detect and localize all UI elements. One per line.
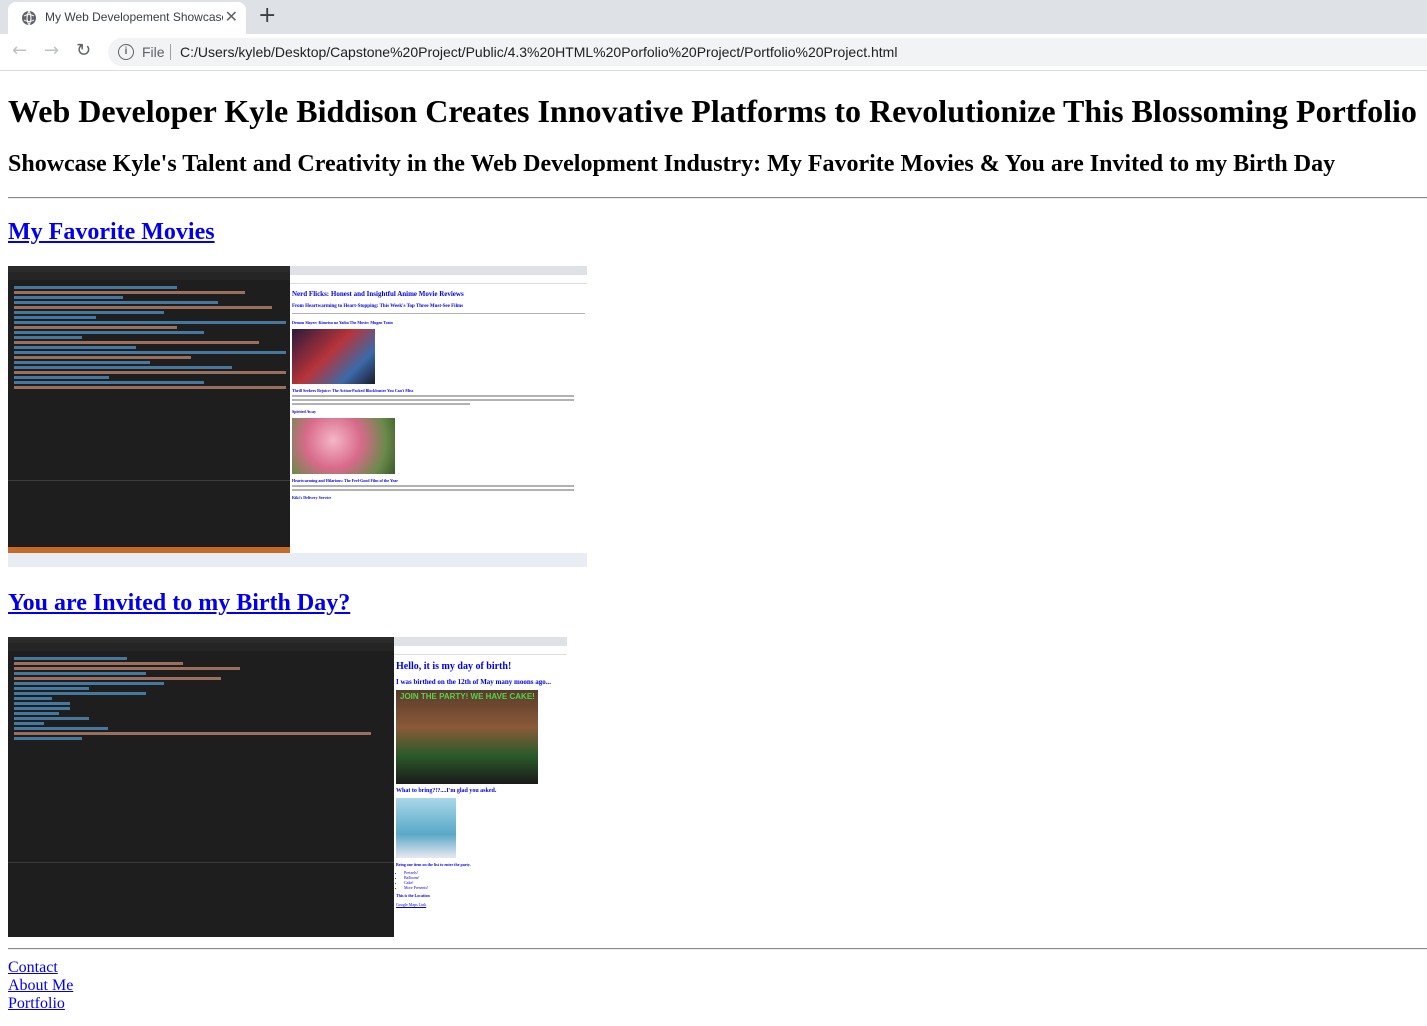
preview-birthday-title: Hello, it is my day of birth!	[396, 661, 512, 672]
omnibox-separator	[170, 44, 171, 60]
preview-bring: What to bring?!?....I'm glad you asked.	[396, 788, 497, 794]
preview-movie1: Demon Slayer: Kimetsu no Yaiba The Movie…	[292, 320, 393, 325]
preview-items-list: Pretzels! Balloons! Cake! More Presents!	[404, 870, 567, 890]
new-tab-button[interactable]: +	[258, 4, 276, 28]
editor-code-2	[14, 657, 390, 742]
address-bar[interactable]: i File C:/Users/kyleb/Desktop/Capstone%2…	[108, 38, 1427, 66]
about-me-link[interactable]: About Me	[8, 977, 73, 995]
divider-top	[8, 197, 1427, 199]
party-image: JOIN THE PARTY! WE HAVE CAKE!	[396, 690, 538, 784]
code-editor-thumbnail	[8, 266, 290, 553]
birthday-screenshot[interactable]: Hello, it is my day of birth! I was birt…	[8, 637, 567, 937]
birthday-preview-thumbnail: Hello, it is my day of birth! I was birt…	[394, 637, 567, 937]
demon-slayer-image	[292, 329, 375, 384]
section-heading-birthday: You are Invited to my Birth Day?	[8, 590, 350, 617]
contact-link[interactable]: Contact	[8, 959, 58, 977]
tab-strip: My Web Developement Showcase ✕ +	[0, 0, 1427, 34]
spirited-away-image	[292, 418, 395, 474]
preview-caption2: Heartwarming and Hilarious: The Feel-Goo…	[292, 478, 398, 483]
globe-icon	[22, 10, 36, 26]
file-label: File	[142, 44, 165, 60]
editor-panel-divider	[8, 480, 290, 481]
preview-location: This is the Location	[396, 893, 430, 898]
tab-title: My Web Developement Showcase	[45, 10, 223, 24]
editor-tabs	[8, 272, 290, 280]
preview-movie2: Spirited Away	[292, 409, 317, 414]
preview-map-link: Google Maps Link	[396, 902, 427, 907]
forward-button[interactable]: →	[44, 40, 59, 62]
preview-movie3: Kiki's Delivery Service	[292, 495, 332, 500]
movies-link[interactable]: My Favorite Movies	[8, 219, 215, 245]
preview-birthday-subtitle: I was birthed on the 12th of May many mo…	[396, 678, 551, 686]
url-text[interactable]: C:/Users/kyleb/Desktop/Capstone%20Projec…	[180, 44, 897, 60]
movies-preview-thumbnail: Nerd Flicks: Honest and Insightful Anime…	[290, 266, 587, 553]
preview-bring-one: Bring one item on the list to enter the …	[396, 862, 471, 867]
editor-code	[14, 286, 286, 391]
code-editor-thumbnail-2	[8, 637, 394, 937]
divider-bottom	[8, 948, 1427, 950]
browser-toolbar: ← → ↻ i File C:/Users/kyleb/Desktop/Caps…	[0, 34, 1427, 71]
preview-subtitle: From Heartwarming to Heart-Stopping: Thi…	[292, 304, 464, 309]
portfolio-link[interactable]: Portfolio	[8, 995, 65, 1013]
preview-caption1: Thrill Seekers Rejoice: The Action-Packe…	[292, 388, 414, 393]
back-button[interactable]: ←	[12, 40, 27, 62]
reload-button[interactable]: ↻	[76, 40, 91, 62]
info-icon[interactable]: i	[118, 44, 134, 60]
section-heading-movies: My Favorite Movies	[8, 219, 215, 246]
taskbar-thumbnail	[8, 553, 587, 567]
close-tab-icon[interactable]: ✕	[225, 8, 238, 26]
list-item: More Presents!	[404, 885, 567, 890]
birthday-link[interactable]: You are Invited to my Birth Day?	[8, 590, 350, 616]
preview-title: Nerd Flicks: Honest and Insightful Anime…	[292, 290, 464, 298]
cake-image	[396, 798, 456, 858]
movies-screenshot[interactable]: Nerd Flicks: Honest and Insightful Anime…	[8, 266, 587, 567]
party-banner: JOIN THE PARTY! WE HAVE CAKE!	[400, 692, 535, 701]
page-title: Web Developer Kyle Biddison Creates Inno…	[8, 93, 1417, 129]
page-subtitle: Showcase Kyle's Talent and Creativity in…	[8, 151, 1336, 177]
browser-tab[interactable]: My Web Developement Showcase ✕	[8, 2, 246, 34]
